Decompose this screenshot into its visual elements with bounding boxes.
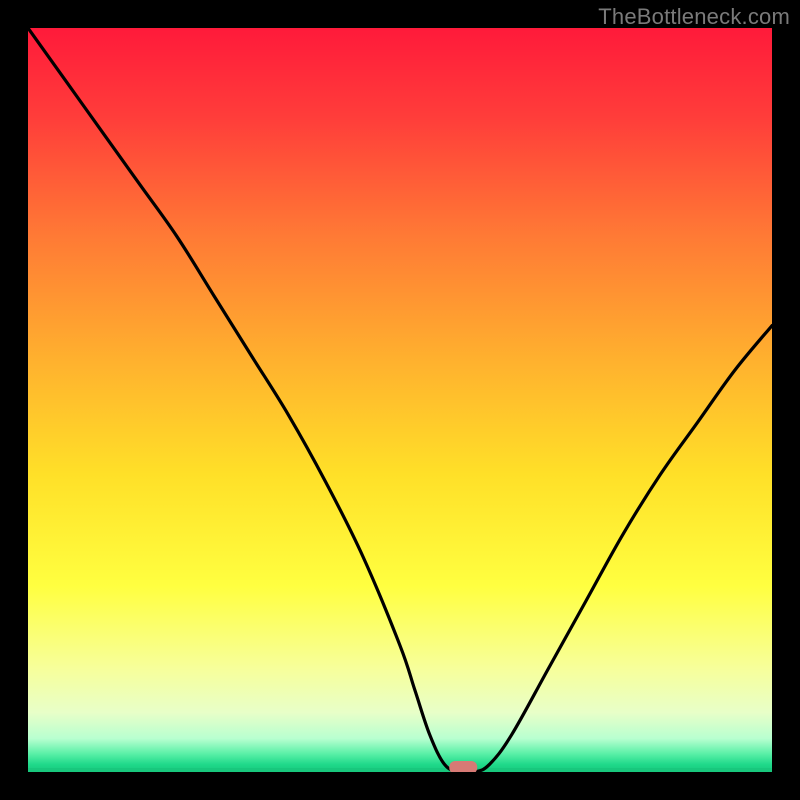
attribution-text: TheBottleneck.com (598, 4, 790, 30)
baseline-strip (28, 768, 772, 772)
bottleneck-chart (28, 28, 772, 772)
optimal-point-marker (449, 761, 477, 772)
chart-frame (28, 28, 772, 772)
gradient-background (28, 28, 772, 772)
